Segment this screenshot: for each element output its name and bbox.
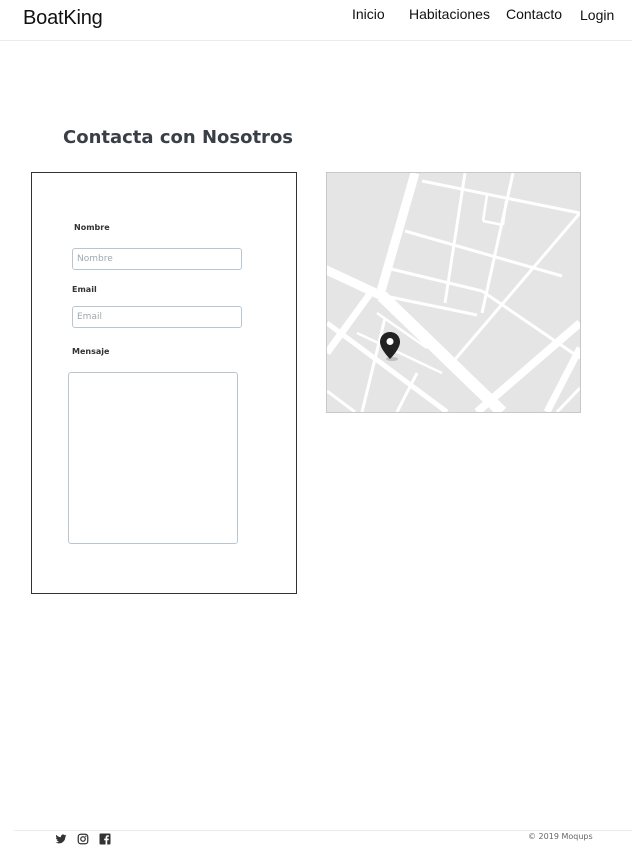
header: BoatKing Inicio Habitaciones Contacto Lo… [0, 0, 632, 41]
email-label: Email [72, 285, 97, 294]
map-pin-icon[interactable] [379, 331, 401, 363]
map-streets [327, 173, 580, 412]
email-input[interactable] [72, 306, 242, 328]
facebook-icon[interactable] [99, 833, 111, 845]
name-input[interactable] [72, 248, 242, 270]
page-title: Contacta con Nosotros [63, 127, 294, 148]
nav-contacto[interactable]: Contacto [506, 6, 562, 22]
message-label: Mensaje [72, 347, 110, 356]
copyright-text: © 2019 Moqups [528, 832, 593, 841]
nav-login[interactable]: Login [580, 7, 614, 23]
nav-habitaciones[interactable]: Habitaciones [409, 6, 490, 22]
instagram-icon[interactable] [77, 833, 89, 845]
message-textarea[interactable] [68, 372, 238, 544]
twitter-icon[interactable] [55, 833, 67, 845]
nav-inicio[interactable]: Inicio [352, 6, 385, 22]
location-map[interactable] [326, 172, 581, 413]
brand-logo[interactable]: BoatKing [23, 7, 103, 30]
contact-form: Nombre Email Mensaje [31, 172, 297, 594]
name-label: Nombre [74, 223, 110, 232]
